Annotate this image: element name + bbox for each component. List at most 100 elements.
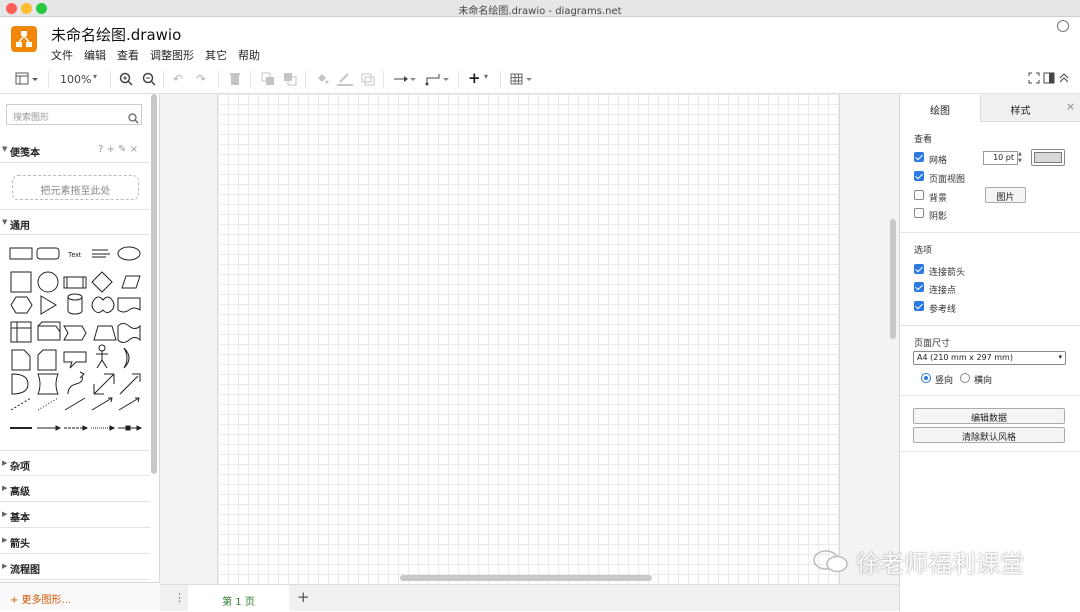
text-shape: Text: [68, 252, 81, 259]
scratchpad-drop-zone[interactable]: 把元素拖至此处: [12, 175, 139, 200]
sidebar-scrollbar[interactable]: [151, 94, 157, 474]
redo-icon[interactable]: ↷: [196, 72, 206, 86]
portrait-label: 竖向: [935, 376, 954, 386]
section-misc[interactable]: ▶ 杂项: [0, 450, 150, 476]
clear-default-style-button[interactable]: 清除默认风格: [913, 427, 1065, 443]
fullscreen-icon[interactable]: [1028, 72, 1040, 86]
toolbar: 100% ▾ ↶ ↷ + ▾: [0, 65, 1080, 94]
to-back-icon[interactable]: [283, 72, 297, 86]
zoom-out-icon[interactable]: [142, 72, 156, 86]
diagram-canvas[interactable]: [160, 94, 899, 584]
background-checkbox[interactable]: 背景: [914, 190, 948, 204]
grid-label: 网格: [929, 156, 948, 166]
line-color-icon[interactable]: [337, 72, 353, 86]
menu-bar: 文件 编辑 查看 调整图形 其它 帮助: [51, 47, 260, 63]
menu-view[interactable]: 查看: [117, 47, 139, 63]
collapse-icon[interactable]: [1058, 72, 1070, 86]
waypoints-icon[interactable]: [425, 72, 451, 86]
collapsed-arrow-icon: ▶: [2, 536, 8, 544]
shape-sidebar: 搜索图形 ▼ 便笺本 ? + ✎ × 把元素拖至此处 ▼ 通用 Text ▶ 杂…: [0, 94, 160, 611]
collapsed-arrow-icon: ▶: [2, 484, 8, 492]
landscape-label: 横向: [974, 376, 993, 386]
section-basic-label: 基本: [10, 513, 30, 524]
fill-color-icon[interactable]: [315, 72, 329, 86]
tab-diagram[interactable]: 绘图: [900, 94, 980, 122]
canvas-vertical-scrollbar[interactable]: [890, 219, 896, 339]
grid-size-stepper-icon[interactable]: ▲ ▼: [1018, 151, 1026, 165]
close-panel-icon[interactable]: ×: [1060, 94, 1080, 122]
scratchpad-actions-icon[interactable]: ? + ✎ ×: [98, 144, 138, 155]
menu-edit[interactable]: 编辑: [84, 47, 106, 63]
paper-size-select[interactable]: A4 (210 mm x 297 mm) ▾: [913, 351, 1066, 365]
window-title: 未命名绘图.drawio - diagrams.net: [458, 6, 622, 17]
add-page-icon[interactable]: +: [297, 588, 310, 606]
more-shapes-button[interactable]: + 更多图形...: [0, 582, 160, 611]
paper-size-value: A4 (210 mm x 297 mm): [917, 353, 1013, 362]
format-panel-toggle-icon[interactable]: [1043, 72, 1055, 86]
canvas-horizontal-scrollbar[interactable]: [400, 575, 652, 581]
drawing-page[interactable]: [217, 94, 840, 584]
grid-size-input[interactable]: 10 pt: [983, 151, 1018, 165]
general-section-header[interactable]: ▼ 通用: [0, 209, 150, 235]
delete-icon[interactable]: [229, 72, 241, 86]
general-shapes-grid[interactable]: Text: [8, 242, 144, 442]
menu-arrange[interactable]: 调整图形: [150, 47, 194, 63]
connection-points-label: 连接点: [929, 286, 957, 296]
page-view-label: 页面视图: [929, 175, 966, 185]
pages-menu-icon[interactable]: ⋮: [174, 591, 185, 604]
search-icon[interactable]: [128, 109, 139, 128]
section-advanced[interactable]: ▶ 高级: [0, 476, 150, 502]
zoom-in-icon[interactable]: [119, 72, 133, 86]
collapsed-arrow-icon: ▶: [2, 510, 8, 518]
document-title[interactable]: 未命名绘图.drawio: [51, 24, 181, 45]
zoom-level[interactable]: 100%: [60, 73, 91, 87]
expand-arrow-icon: ▼: [2, 218, 8, 226]
window-titlebar: 未命名绘图.drawio - diagrams.net: [0, 0, 1080, 17]
language-globe-icon[interactable]: [1057, 20, 1069, 32]
menu-help[interactable]: 帮助: [238, 47, 260, 63]
section-arrows-label: 箭头: [10, 539, 30, 550]
undo-icon[interactable]: ↶: [173, 72, 183, 86]
menu-extras[interactable]: 其它: [205, 47, 227, 63]
guides-checkbox[interactable]: 参考线: [914, 301, 956, 315]
options-section-title: 选项: [914, 246, 933, 256]
shadow-checkbox[interactable]: 阴影: [914, 208, 947, 222]
grid-checkbox[interactable]: 网格: [914, 152, 948, 166]
section-arrows[interactable]: ▶ 箭头: [0, 528, 150, 554]
landscape-radio[interactable]: 横向: [960, 373, 992, 386]
shadow-icon[interactable]: [361, 72, 375, 86]
edit-data-button[interactable]: 编辑数据: [913, 408, 1065, 424]
collapsed-arrow-icon: ▶: [2, 562, 8, 570]
panel-toggle-icon[interactable]: [15, 72, 39, 86]
background-image-button[interactable]: 图片: [985, 187, 1026, 203]
insert-plus-icon[interactable]: +: [468, 69, 481, 87]
table-icon[interactable]: [510, 72, 534, 86]
connection-style-icon[interactable]: [393, 72, 417, 86]
background-label: 背景: [929, 194, 948, 204]
scratchpad-header[interactable]: ▼ 便笺本 ? + ✎ ×: [0, 137, 150, 163]
zoom-dropdown-icon[interactable]: ▾: [93, 72, 97, 86]
portrait-radio[interactable]: 竖向: [921, 373, 953, 386]
section-basic[interactable]: ▶ 基本: [0, 502, 150, 528]
page-view-checkbox[interactable]: 页面视图: [914, 171, 966, 185]
to-front-icon[interactable]: [261, 72, 275, 86]
page-tab-1[interactable]: 第 1 页: [188, 585, 289, 612]
page-tab-bar: ⋮ 第 1 页 +: [160, 584, 899, 612]
app-header: 未命名绘图.drawio 文件 编辑 查看 调整图形 其它 帮助: [0, 17, 1080, 65]
connection-points-checkbox[interactable]: 连接点: [914, 282, 957, 296]
connection-arrows-checkbox[interactable]: 连接箭头: [914, 264, 965, 278]
format-panel: 绘图 样式 × 查看 网格 10 pt ▲ ▼ 页面视图 背景 图片 阴影 选项 …: [899, 94, 1080, 611]
section-flowchart[interactable]: ▶ 流程图: [0, 554, 150, 580]
insert-dropdown-icon[interactable]: ▾: [484, 72, 488, 86]
section-misc-label: 杂项: [10, 462, 30, 473]
watermark-text: 徐老师福利课堂: [856, 550, 1024, 578]
drawio-logo-icon: [11, 26, 37, 52]
shape-search-input[interactable]: 搜索图形: [6, 104, 142, 125]
grid-color-button[interactable]: [1031, 149, 1065, 166]
view-section-title: 查看: [914, 135, 933, 145]
scratchpad-title: 便笺本: [10, 148, 40, 159]
section-advanced-label: 高级: [10, 487, 30, 498]
tab-style[interactable]: 样式: [980, 94, 1060, 122]
menu-file[interactable]: 文件: [51, 47, 73, 63]
paper-size-title: 页面尺寸: [914, 339, 951, 349]
